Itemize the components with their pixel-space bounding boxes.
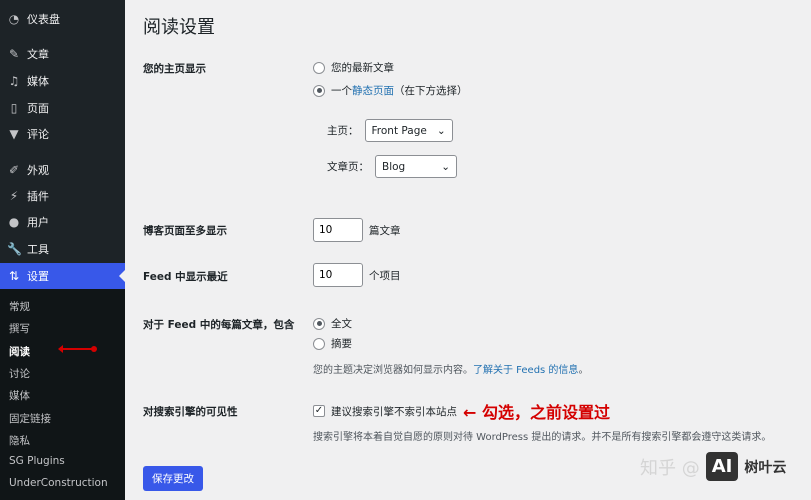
submenu-item[interactable]: 媒体 [9, 388, 30, 403]
sidebar-item[interactable]: ● 用户 [0, 209, 125, 235]
comment-icon: ▼ [9, 127, 19, 141]
submenu-item[interactable]: 隐私 [9, 433, 30, 448]
settings-icon: ⇅ [8, 269, 20, 283]
wrench-icon: 🔧 [7, 242, 22, 256]
feed-label: Feed 中显示最近 [143, 271, 228, 283]
search-description: 搜索引擎将本着自觉自愿的原则对待 WordPress 提出的请求。并不是所有搜索… [313, 432, 772, 443]
sidebar-item-label: 页面 [27, 102, 49, 115]
sidebar-item-label: 文章 [27, 48, 49, 61]
sidebar-item-label: 用户 [27, 216, 49, 229]
submenu-item[interactable]: 固定链接 [9, 411, 51, 426]
annotation-arrow [58, 345, 97, 353]
sidebar-item-label: 插件 [27, 190, 49, 203]
sidebar-item-label: 仪表盘 [27, 13, 60, 26]
submenu-item[interactable]: 常规 [9, 299, 30, 314]
sidebar-item[interactable]: ◔ 仪表盘 [0, 6, 125, 32]
sidebar-item-label: 工具 [27, 243, 49, 256]
feed-unit: 个项目 [369, 269, 401, 282]
per-page-label: 博客页面至多显示 [143, 225, 227, 237]
sidebar-item[interactable]: ✎ 文章 [0, 41, 125, 67]
summary-radio[interactable]: 摘要 [313, 336, 352, 351]
homepage-label: 您的主页显示 [143, 63, 206, 75]
sidebar-item-label: 设置 [27, 270, 49, 283]
sidebar-item[interactable]: ▼ 评论 [0, 121, 125, 147]
dashboard-icon: ◔ [8, 12, 20, 26]
page-icon: ▯ [10, 101, 18, 115]
front-page-select[interactable]: Front Page ⌄ [364, 119, 453, 142]
sidebar-item[interactable]: ✐ 外观 [0, 157, 125, 183]
per-page-unit: 篇文章 [369, 224, 401, 237]
save-button[interactable]: 保存更改 [143, 466, 203, 491]
feed-content-label: 对于 Feed 中的每篇文章，包含 [143, 319, 295, 331]
brush-icon: ✐ [8, 163, 20, 177]
media-icon: ♫ [8, 74, 20, 88]
posts-page-select[interactable]: Blog ⌄ [375, 155, 458, 178]
submenu-item[interactable]: 撰写 [9, 321, 30, 336]
full-text-radio[interactable]: 全文 [313, 316, 352, 331]
submenu-item[interactable]: SG Plugins [9, 455, 65, 467]
admin-sidebar: ◔ 仪表盘 ✎ 文章 ♫ 媒体 ▯ 页面 ▼ 评论 ✐ 外观 ⚡ 插件 ● 用户 🔧 工具 ⇅ 设置 常规 撰写 阅读 讨论… [0, 0, 125, 500]
static-page-link[interactable]: 静态页面 [352, 85, 394, 97]
user-icon: ● [8, 215, 20, 229]
posts-per-page-input[interactable] [313, 218, 363, 242]
search-visibility-label: 对搜索引擎的可见性 [143, 406, 238, 418]
front-page-label: 主页： [327, 125, 359, 137]
latest-posts-radio[interactable]: 您的最新文章 [313, 60, 394, 75]
sidebar-item-label: 外观 [27, 164, 49, 177]
sidebar-item-label: 媒体 [27, 75, 49, 88]
discourage-search-checkbox[interactable]: ✓ 建议搜索引擎不索引本站点 [313, 404, 457, 419]
feeds-info-link[interactable]: 了解关于 Feeds 的信息 [473, 361, 578, 376]
posts-page-label: 文章页： [327, 161, 369, 173]
settings-submenu: 常规撰写阅读讨论媒体固定链接隐私 SG Plugins UnderConstruct… [0, 289, 125, 500]
sidebar-item[interactable]: ⇅ 设置 [0, 263, 125, 289]
submenu-item[interactable]: 阅读 [9, 344, 30, 359]
feed-items-input[interactable] [313, 263, 363, 287]
page-title: 阅读设置 [143, 17, 215, 38]
submenu-item[interactable]: UnderConstruction [9, 477, 108, 489]
submenu-item[interactable]: 讨论 [9, 366, 30, 381]
static-page-radio[interactable]: 一个静态页面（在下方选择） [313, 83, 468, 98]
chevron-down-icon: ⌄ [441, 160, 451, 173]
sidebar-item[interactable]: ▯ 页面 [0, 95, 125, 121]
sidebar-item[interactable]: ♫ 媒体 [0, 68, 125, 94]
annotation-text: ← 勾选，之前设置过 [463, 403, 610, 422]
sidebar-item[interactable]: 🔧 工具 [0, 236, 125, 262]
watermark: 知乎 @ AI 树叶云 [640, 452, 786, 481]
plugin-icon: ⚡ [9, 189, 19, 203]
feed-description: 您的主题决定浏览器如何显示内容。 了解关于 Feeds 的信息。 [313, 361, 588, 376]
chevron-down-icon: ⌄ [436, 124, 446, 137]
sidebar-item-label: 评论 [27, 128, 49, 141]
sidebar-item[interactable]: ⚡ 插件 [0, 183, 125, 209]
pin-icon: ✎ [8, 47, 20, 61]
